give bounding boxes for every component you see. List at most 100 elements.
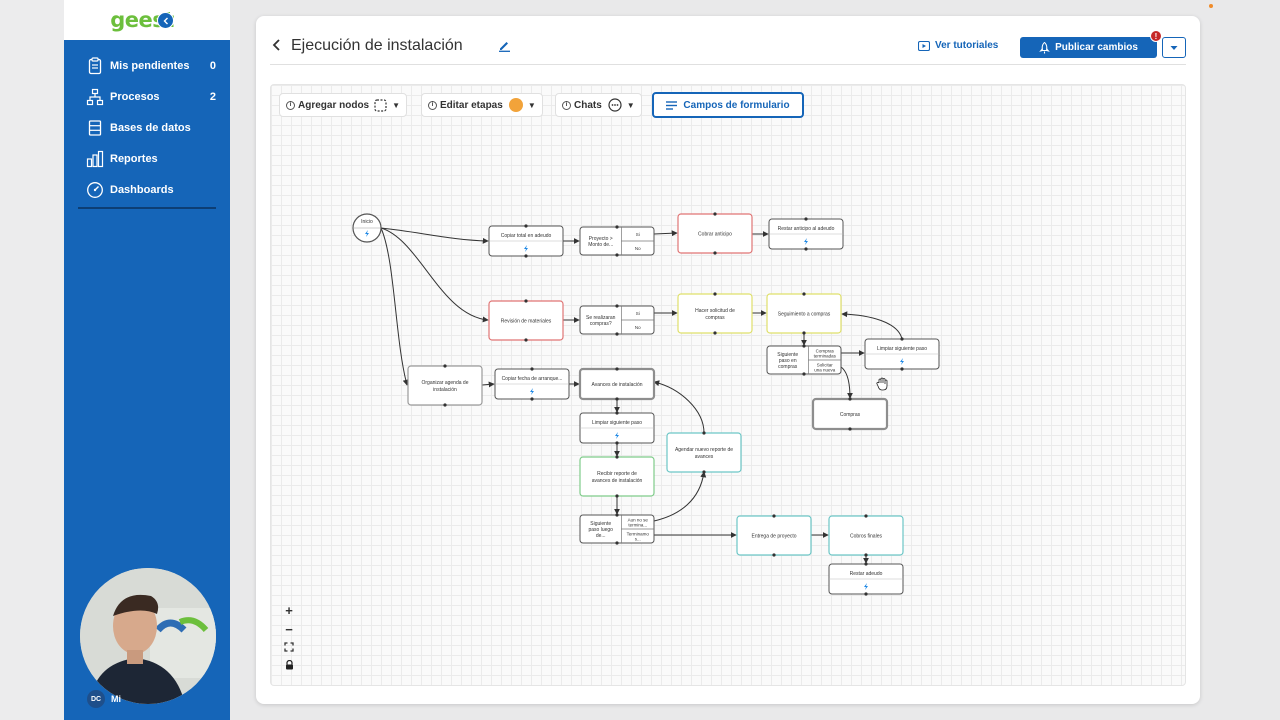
edit-stages-dropdown[interactable]: i Editar etapas ▼	[421, 93, 543, 117]
flow-node-n8[interactable]: Seguimiento a compras	[766, 292, 842, 335]
connector-handle[interactable]	[702, 470, 706, 474]
flow-node-n17[interactable]: Recibir reporte deavances de instalación	[579, 455, 655, 498]
connector-handle[interactable]	[713, 331, 717, 335]
list-icon	[666, 100, 678, 110]
flow-node-n7[interactable]: Hacer solicitud decompras	[677, 292, 753, 335]
connector-handle[interactable]	[615, 225, 619, 229]
connector-handle[interactable]	[615, 332, 619, 336]
node-title: Cobros finales	[850, 534, 882, 540]
connector-handle[interactable]	[864, 592, 868, 596]
flow-node-n10[interactable]: Limpiar siguiente paso	[864, 337, 940, 371]
node-title: Limpiar siguiente paso	[592, 420, 642, 426]
zoom-out-button[interactable]: −	[281, 621, 297, 637]
connector-handle[interactable]	[848, 427, 852, 431]
decision-option: s...	[635, 537, 641, 542]
sidebar-item-procesos[interactable]: Procesos 2	[86, 81, 216, 112]
publish-label: Publicar cambios	[1055, 42, 1138, 53]
form-fields-label: Campos de formulario	[683, 99, 790, 111]
publish-button[interactable]: Publicar cambios	[1020, 37, 1157, 58]
fit-view-button[interactable]	[281, 639, 297, 655]
connector-handle[interactable]	[530, 397, 534, 401]
flow-start-node[interactable]: Inicio	[352, 213, 382, 243]
flow-node-n16[interactable]: Agendar nuevo reporte deavances	[666, 431, 742, 474]
connector-handle[interactable]	[530, 367, 534, 371]
connector-handle[interactable]	[524, 224, 528, 228]
connector-handle[interactable]	[615, 367, 619, 371]
flow-node-n2[interactable]: Proyecto >Monto de...SiNo	[579, 225, 655, 257]
connector-handle[interactable]	[713, 292, 717, 296]
flow-node-n9[interactable]: Siguientepaso encomprasComprasterminadas…	[766, 344, 842, 376]
connector-handle[interactable]	[802, 372, 806, 376]
flow-node-n12[interactable]: Organizar agenda deinstalación	[407, 364, 483, 407]
flow-node-n19[interactable]: Entrega de proyecto	[736, 514, 812, 557]
add-nodes-dropdown[interactable]: i Agregar nodos ▼	[279, 93, 408, 117]
sidebar-item-dashboards[interactable]: Dashboards	[86, 174, 216, 205]
connector-handle[interactable]	[772, 553, 776, 557]
connector-handle[interactable]	[524, 254, 528, 258]
caret-down-icon: ▼	[527, 100, 536, 110]
lock-icon	[285, 660, 293, 670]
connector-handle[interactable]	[772, 514, 776, 518]
connector-handle[interactable]	[713, 212, 717, 216]
connector-handle[interactable]	[864, 562, 868, 566]
connector-handle[interactable]	[864, 514, 868, 518]
edit-stages-label: Editar etapas	[440, 99, 503, 111]
connector-handle[interactable]	[615, 541, 619, 545]
publish-options-button[interactable]	[1162, 37, 1186, 58]
connector-handle[interactable]	[443, 364, 447, 368]
sidebar-divider	[78, 207, 216, 209]
connector-handle[interactable]	[524, 299, 528, 303]
lock-canvas-button[interactable]	[281, 657, 297, 673]
flow-node-n18[interactable]: Siguientepaso luegode...Aun no setermina…	[579, 513, 655, 545]
decision-option: No	[635, 246, 641, 251]
flow-node-n11[interactable]: Compras	[811, 397, 889, 431]
connector-handle[interactable]	[702, 431, 706, 435]
decision-option: termina...	[628, 523, 647, 528]
connector-handle[interactable]	[900, 337, 904, 341]
node-title: de...	[596, 533, 606, 539]
decision-option: No	[635, 325, 641, 330]
flow-node-n5[interactable]: Revisión de materiales	[488, 299, 564, 342]
tutorials-link[interactable]: Ver tutoriales	[918, 40, 998, 51]
connector-handle[interactable]	[615, 455, 619, 459]
connector-handle[interactable]	[804, 247, 808, 251]
connector-handle[interactable]	[802, 292, 806, 296]
connector-handle[interactable]	[713, 251, 717, 255]
connector-handle[interactable]	[615, 513, 619, 517]
connector-handle[interactable]	[848, 397, 852, 401]
caret-down-icon: ▼	[626, 100, 635, 110]
fullscreen-icon	[284, 642, 294, 652]
connector-handle[interactable]	[615, 397, 619, 401]
back-button[interactable]	[270, 36, 284, 57]
flow-node-n13[interactable]: Copiar fecha de arranque...	[494, 367, 570, 401]
chats-dropdown[interactable]: i Chats ▼	[555, 93, 642, 117]
connector-handle[interactable]	[615, 411, 619, 415]
connector-handle[interactable]	[615, 253, 619, 257]
zoom-in-button[interactable]: +	[281, 602, 297, 618]
flow-node-n21[interactable]: Restar adeudo	[828, 562, 904, 596]
sidebar-item-bases-de-datos[interactable]: Bases de datos	[86, 112, 216, 143]
node-title: instalación	[433, 387, 457, 393]
connector-handle[interactable]	[524, 338, 528, 342]
connector-handle[interactable]	[615, 441, 619, 445]
flow-node-n15[interactable]: Limpiar siguiente paso	[579, 411, 655, 445]
flow-node-n3[interactable]: Cobrar anticipo	[677, 212, 753, 255]
flow-node-n14[interactable]: Avances de instalación	[578, 367, 656, 401]
form-fields-button[interactable]: Campos de formulario	[652, 92, 804, 118]
connector-handle[interactable]	[615, 304, 619, 308]
connector-handle[interactable]	[443, 403, 447, 407]
flow-node-n6[interactable]: Se realizarancompras?SiNo	[579, 304, 655, 336]
connector-handle[interactable]	[900, 367, 904, 371]
collapse-sidebar-button[interactable]	[157, 12, 174, 29]
edit-title-button[interactable]	[498, 39, 511, 57]
flow-node-n20[interactable]: Cobros finales	[828, 514, 904, 557]
connector-handle[interactable]	[615, 494, 619, 498]
flow-node-n4[interactable]: Restar anticipo al adeudo	[768, 217, 844, 251]
connector-handle[interactable]	[804, 217, 808, 221]
sidebar-item-mis-pendientes[interactable]: Mis pendientes 0	[86, 50, 216, 81]
connector-handle[interactable]	[864, 553, 868, 557]
flow-node-n1[interactable]: Copiar total en adeudo	[488, 224, 564, 258]
connector-handle[interactable]	[802, 331, 806, 335]
sidebar-item-reportes[interactable]: Reportes	[86, 143, 216, 174]
connector-handle[interactable]	[802, 344, 806, 348]
